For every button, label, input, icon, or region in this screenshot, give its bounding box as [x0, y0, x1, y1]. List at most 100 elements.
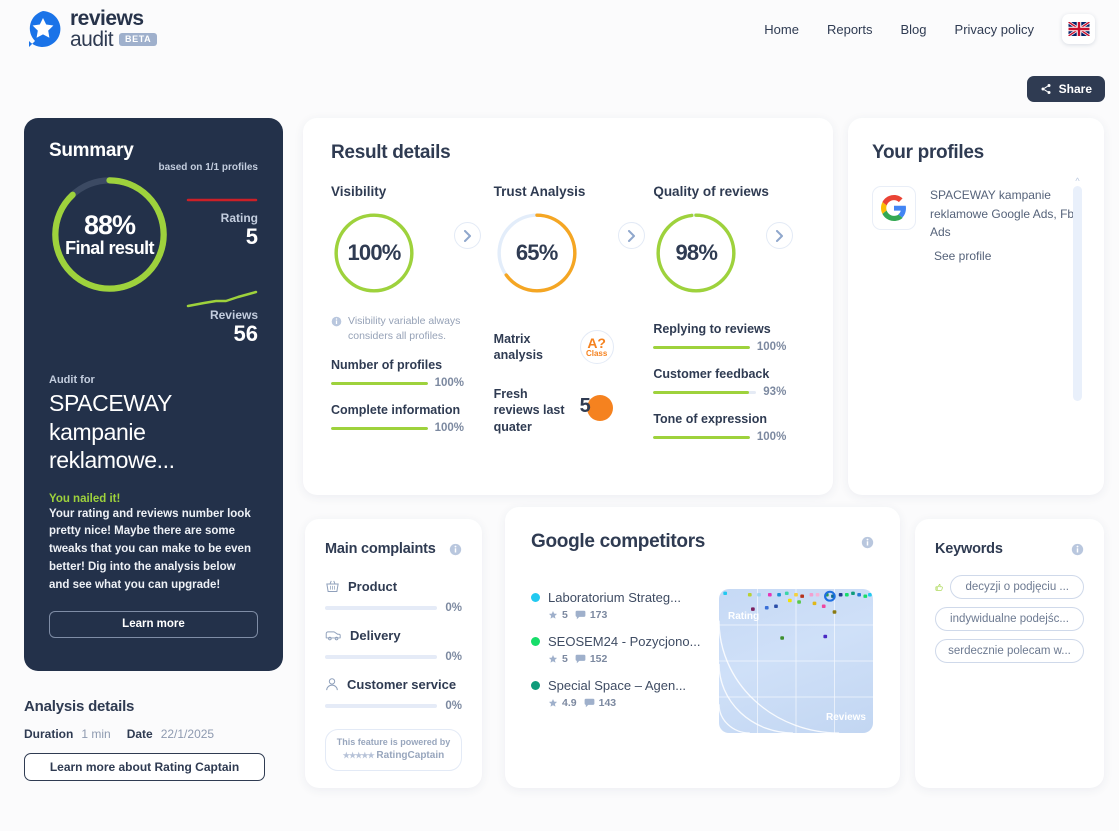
complaint-label: Customer service	[347, 677, 457, 692]
metric-bar	[331, 426, 428, 430]
metric-replying-to-reviews: Replying to reviews 100%	[653, 322, 786, 353]
info-icon	[331, 316, 342, 327]
comment-icon	[575, 610, 586, 620]
result-details-card: Result details Visibility 100% Visibilit…	[303, 118, 833, 495]
competitor-rating: 5	[562, 653, 568, 666]
uk-flag-icon	[1067, 22, 1090, 36]
result-details-title: Result details	[331, 142, 451, 163]
trust-analysis-gauge: 65%	[494, 210, 580, 296]
metric-bar	[653, 435, 750, 439]
comment-icon	[584, 699, 594, 708]
metric-label: Replying to reviews	[653, 322, 771, 336]
trust-analysis-details-button[interactable]	[617, 222, 645, 249]
chevron-right-icon	[464, 229, 471, 242]
complaint-bar	[325, 704, 438, 708]
complaint-item-product: Product 0%	[325, 579, 462, 614]
keyword-row: decyzji o podjęciu ...	[935, 575, 1084, 599]
nav-item-privacy-policy[interactable]: Privacy policy	[955, 22, 1034, 37]
scatter-y-axis-label: Rating	[728, 611, 760, 622]
metric-value: 100%	[756, 341, 787, 353]
list-item[interactable]: Laboratorium Strateg... 5 173	[531, 589, 711, 621]
date-label: Date	[126, 727, 153, 741]
visibility-value: 100%	[347, 240, 401, 265]
metric-bar	[331, 381, 428, 385]
nav-item-home[interactable]: Home	[764, 22, 799, 37]
class-badge-grade: A?	[587, 335, 606, 351]
share-button[interactable]: Share	[1026, 76, 1105, 102]
quality-of-reviews-details-button[interactable]	[766, 222, 794, 249]
list-item[interactable]: SEOSEM24 - Pozycjono... 5 152	[531, 633, 711, 665]
thumbs-up-icon	[935, 583, 943, 591]
metric-tone-of-expression: Tone of expression 100%	[653, 412, 786, 443]
metric-complete-information: Complete information 100%	[331, 403, 464, 434]
competitor-color-dot	[531, 593, 540, 602]
metric-bar	[653, 345, 750, 349]
see-profile-link[interactable]: See profile	[934, 249, 1080, 263]
profile-list-item: SPACEWAY kampanie reklamowe Google Ads, …	[872, 186, 1080, 263]
metric-label: Complete information	[331, 403, 461, 418]
keyword-pill-3[interactable]: serdecznie polecam w...	[935, 639, 1084, 663]
keywords-title: Keywords	[935, 541, 1003, 557]
final-result-percent: 88%	[83, 210, 136, 240]
list-item[interactable]: Special Space – Agen... 4.9 143	[531, 677, 711, 709]
metric-number-of-profiles: Number of profiles 100%	[331, 358, 464, 389]
analysis-details-title: Analysis details	[24, 698, 135, 715]
fresh-reviews-row: Fresh reviews last quater 5	[494, 386, 654, 435]
complaint-bar	[325, 606, 438, 610]
metric-label: Number of profiles	[331, 358, 443, 373]
result-column-quality-of-reviews: Quality of reviews 98% Replying to revie…	[653, 184, 805, 443]
brand-wordmark: reviews audit BETA	[70, 8, 158, 50]
powered-by-badge[interactable]: This feature is powered by ★★★★★ RatingC…	[325, 729, 462, 771]
reviews-audit-logo-icon	[24, 10, 62, 48]
competitor-rating: 5	[562, 609, 568, 622]
fresh-reviews-badge: 5	[580, 393, 614, 427]
main-complaints-title: Main complaints	[325, 541, 436, 557]
visibility-gauge: 100%	[331, 210, 417, 296]
audit-subject-name: SPACEWAY kampanie reklamowe...	[49, 390, 175, 474]
profiles-scrollbar[interactable]: ^	[1073, 176, 1082, 401]
competitor-reviews: 152	[589, 653, 608, 666]
scroll-up-icon[interactable]: ^	[1073, 176, 1082, 186]
keyword-pill-1[interactable]: decyzji o podjęciu ...	[950, 575, 1084, 599]
metric-label: Customer feedback	[653, 367, 770, 381]
complaint-item-customer-service: Customer service 0%	[325, 677, 462, 712]
visibility-details-button[interactable]	[454, 222, 481, 249]
nav-item-reports[interactable]: Reports	[827, 22, 873, 37]
competitors-scatter-chart[interactable]: Rating Reviews	[719, 589, 873, 733]
info-icon[interactable]	[1071, 543, 1084, 556]
date-value: 22/1/2025	[160, 727, 215, 741]
competitor-name: Special Space – Agen...	[548, 678, 687, 694]
share-icon	[1041, 84, 1051, 94]
google-icon	[872, 186, 916, 230]
powered-brand-second: Captain	[407, 750, 445, 762]
competitor-list: Laboratorium Strateg... 5 173 SEOSEM24 -…	[531, 589, 711, 733]
your-profiles-card: Your profiles SPACEWAY kampanie reklamow…	[848, 118, 1104, 495]
keyword-row: serdecznie polecam w...	[935, 639, 1084, 663]
nav-item-blog[interactable]: Blog	[901, 22, 927, 37]
summary-metrics: 88% Final result Rating 5 Reviews 56	[49, 168, 258, 368]
info-icon[interactable]	[861, 536, 874, 549]
keyword-pill-2[interactable]: indywidualne podejśc...	[935, 607, 1084, 631]
scroll-thumb[interactable]	[1073, 186, 1082, 401]
brand-logo[interactable]: reviews audit BETA	[24, 8, 158, 50]
rating-captain-learn-more-button[interactable]: Learn more about Rating Captain	[24, 753, 265, 781]
competitor-name: Laboratorium Strateg...	[548, 590, 681, 605]
matrix-analysis-class-badge: A? Class	[579, 330, 614, 364]
language-switcher[interactable]	[1062, 14, 1095, 44]
visibility-note: Visibility variable always considers all…	[331, 314, 494, 344]
verdict-text: Your rating and reviews number look pret…	[49, 507, 251, 591]
quality-of-reviews-value: 98%	[675, 240, 718, 265]
metric-value: 100%	[756, 431, 787, 443]
competitor-reviews: 143	[598, 697, 617, 710]
final-result-caption: Final result	[65, 238, 154, 258]
class-badge-caption: Class	[585, 349, 608, 358]
info-icon[interactable]	[449, 543, 462, 556]
summary-learn-more-button[interactable]: Learn more	[49, 610, 258, 638]
result-column-visibility: Visibility 100% Visibility variable alwa…	[331, 184, 494, 443]
verdict-title: You nailed it!	[49, 492, 121, 505]
complaint-label: Product	[348, 579, 398, 594]
competitor-name: SEOSEM24 - Pozycjono...	[548, 634, 701, 650]
metric-value: 100%	[434, 377, 464, 390]
duration-value: 1 min	[81, 727, 111, 741]
result-column-trust-analysis: Trust Analysis 65% Matrix analysis A? Cl…	[494, 184, 654, 443]
